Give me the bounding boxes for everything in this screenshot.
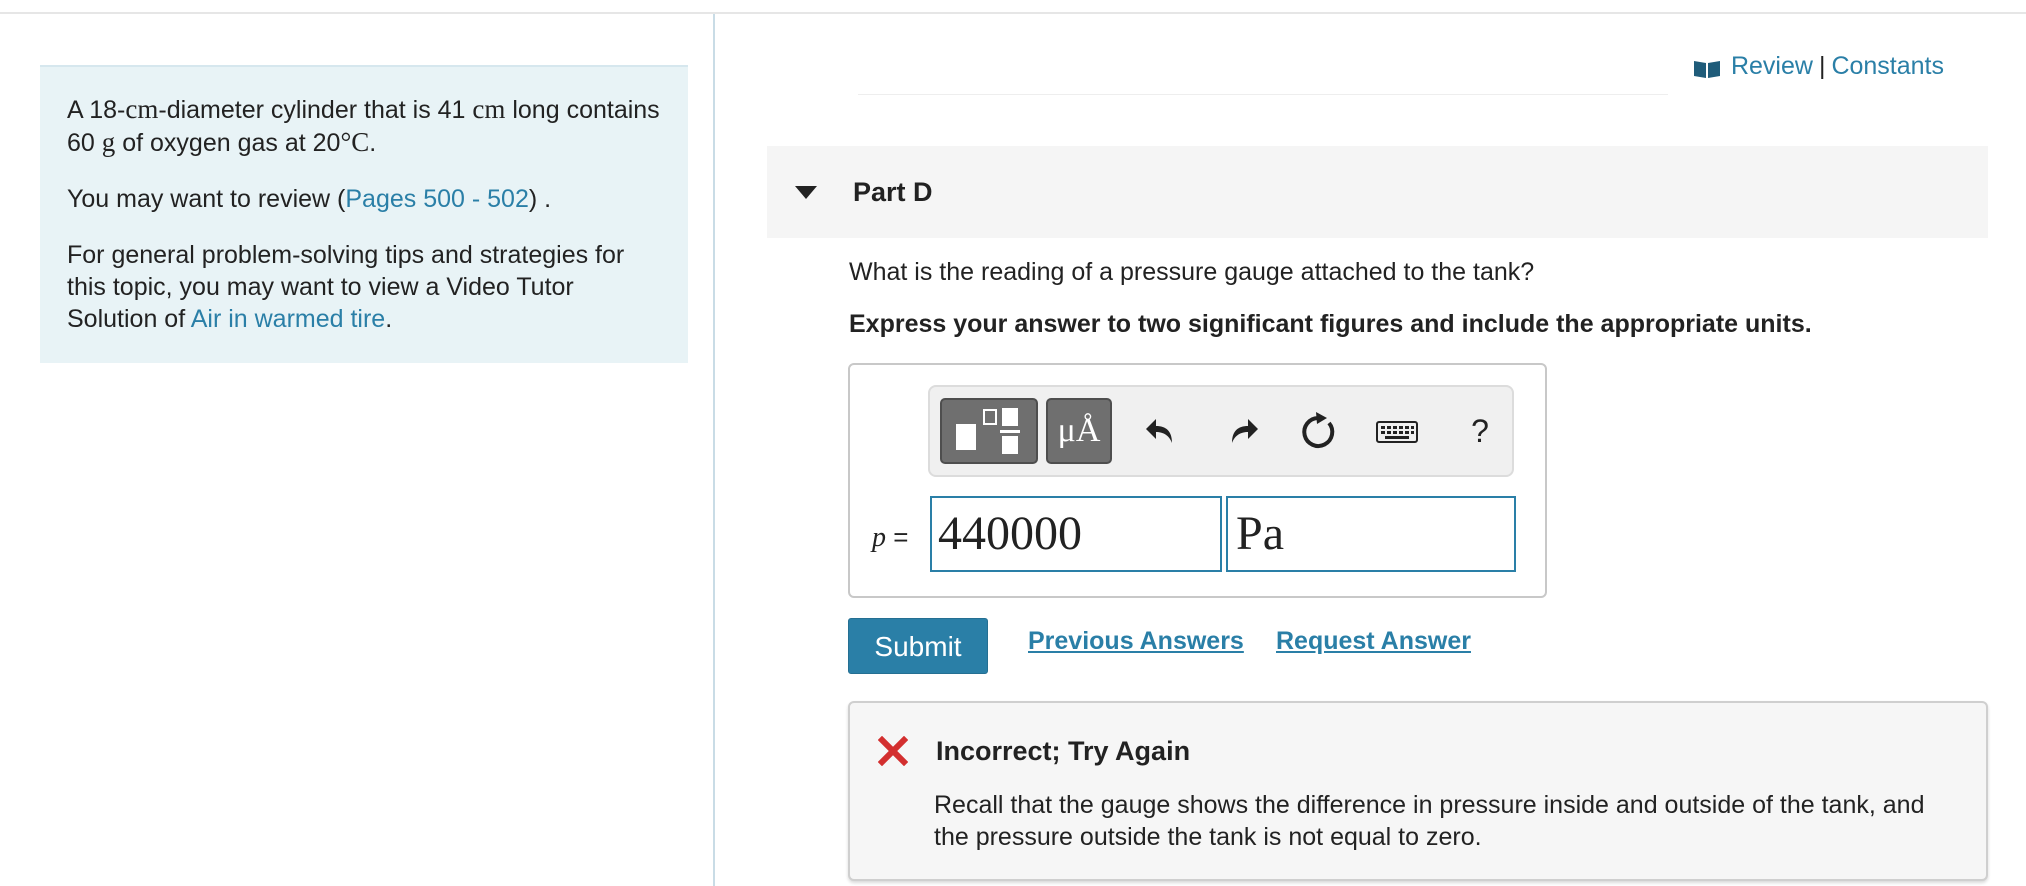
templates-icon (956, 408, 1020, 454)
feedback-message: Recall that the gauge shows the differen… (934, 791, 1925, 851)
redo-icon[interactable] (1218, 409, 1262, 453)
review-link[interactable]: Review (1731, 52, 1813, 81)
header-rule (858, 94, 1668, 95)
part-header[interactable]: Part D (767, 146, 1988, 238)
question-text: What is the reading of a pressure gauge … (849, 258, 1535, 286)
reset-icon[interactable] (1296, 409, 1340, 453)
answer-unit-input[interactable]: Pa (1226, 496, 1516, 572)
header-links: Review | Constants (1693, 52, 1944, 81)
constants-link[interactable]: Constants (1831, 52, 1944, 81)
problem-statement: A 18-cm-diameter cylinder that is 41 cm … (67, 94, 660, 157)
submit-button[interactable]: Submit (848, 618, 988, 674)
undo-icon[interactable] (1142, 409, 1186, 453)
incorrect-x-icon (878, 736, 908, 766)
instruction-text: Express your answer to two significant f… (849, 310, 1812, 338)
problem-panel: A 18-cm-diameter cylinder that is 41 cm … (40, 65, 688, 363)
answer-box: μÅ ? p = 440000 Pa (848, 363, 1547, 598)
collapse-caret-icon[interactable] (795, 186, 817, 199)
units-button[interactable]: μÅ (1046, 398, 1112, 464)
variable-label: p = (872, 522, 909, 553)
feedback-title: Incorrect; Try Again (936, 736, 1191, 766)
top-rule (0, 12, 2026, 14)
keyboard-icon[interactable] (1374, 409, 1420, 453)
help-icon[interactable]: ? (1462, 409, 1498, 453)
header-separator: | (1818, 52, 1826, 80)
part-title: Part D (853, 177, 933, 207)
request-answer-link[interactable]: Request Answer (1276, 627, 1471, 656)
video-tutor-link[interactable]: Air in warmed tire (191, 305, 386, 333)
pane-divider (713, 14, 715, 886)
review-reference: You may want to review (Pages 500 - 502)… (67, 185, 552, 213)
tips-text: For general problem-solving tips and str… (67, 241, 625, 333)
feedback-box: Incorrect; Try Again Recall that the gau… (848, 701, 1988, 881)
answer-value-input[interactable]: 440000 (930, 496, 1222, 572)
templates-button[interactable] (940, 398, 1038, 464)
pages-link[interactable]: Pages 500 - 502 (345, 185, 528, 213)
book-icon (1693, 57, 1721, 78)
previous-answers-link[interactable]: Previous Answers (1028, 627, 1244, 656)
math-toolbar: μÅ ? (928, 385, 1514, 477)
